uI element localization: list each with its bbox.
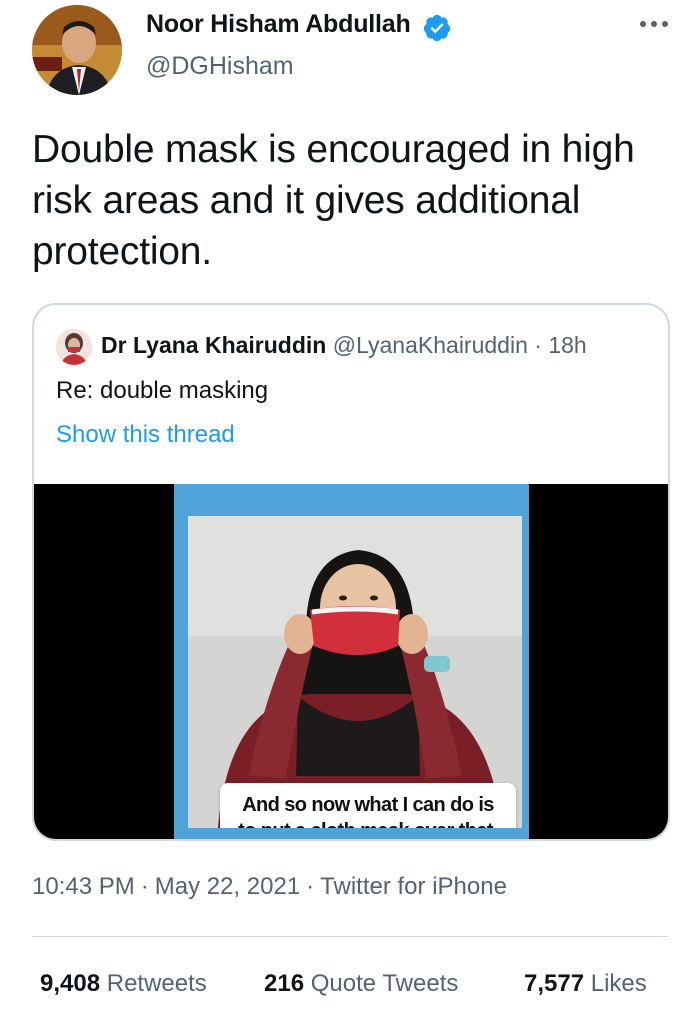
quote-tweets-count: 216 [264, 970, 305, 997]
tweet-date: May 22, 2021 [154, 873, 301, 900]
author-avatar-image [32, 5, 122, 95]
likes-count: 7,577 [524, 970, 585, 997]
tweet-time: 10:43 PM [32, 873, 135, 900]
quoted-author-name[interactable]: Dr Lyana Khairuddin [101, 332, 326, 358]
video-still-image [188, 516, 522, 828]
video-caption-line-1: And so now what I can do is [242, 794, 494, 816]
quoted-header: Dr Lyana Khairuddin @LyanaKhairuddin · 1… [101, 332, 587, 359]
retweets-stat[interactable]: 9,408 Retweets [40, 970, 207, 998]
quoted-separator: · [534, 332, 542, 358]
verified-badge-icon [423, 14, 451, 42]
timestamp-separator-1: · [140, 873, 149, 900]
quoted-author-avatar [56, 329, 92, 365]
quoted-time: 18h [548, 332, 587, 358]
author-name[interactable]: Noor Hisham Abdullah [146, 10, 411, 39]
video-caption: And so now what I can do is to put a clo… [220, 783, 516, 828]
likes-label: Likes [590, 970, 647, 997]
likes-stat[interactable]: 7,577 Likes [524, 970, 647, 998]
more-options-icon[interactable] [636, 14, 672, 34]
timestamp-separator-2: · [306, 873, 315, 900]
quote-tweets-label: Quote Tweets [310, 970, 459, 997]
show-thread-link[interactable]: Show this thread [56, 421, 235, 449]
quoted-tweet-card[interactable]: Dr Lyana Khairuddin @LyanaKhairuddin · 1… [32, 303, 670, 841]
stats-divider [32, 936, 668, 937]
video-caption-line-2: to put a cloth mask over that. [220, 818, 516, 828]
tweet-source[interactable]: Twitter for iPhone [320, 873, 507, 900]
author-avatar[interactable] [32, 5, 122, 95]
quoted-avatar-image [56, 329, 92, 365]
tweet-text: Double mask is encouraged in high risk a… [32, 128, 635, 273]
quote-tweets-stat[interactable]: 216 Quote Tweets [264, 970, 458, 998]
video-background: And so now what I can do is to put a clo… [174, 484, 529, 839]
tweet-timestamp[interactable]: 10:43 PM · May 22, 2021 · Twitter for iPhone [32, 873, 507, 901]
retweets-count: 9,408 [40, 970, 101, 997]
quoted-video[interactable]: And so now what I can do is to put a clo… [34, 484, 668, 839]
retweets-label: Retweets [106, 970, 207, 997]
author-handle[interactable]: @DGHisham [146, 52, 294, 81]
quoted-tweet-text: Re: double masking [56, 377, 269, 404]
video-frame: And so now what I can do is to put a clo… [188, 516, 522, 828]
quoted-author-handle[interactable]: @LyanaKhairuddin [333, 332, 528, 358]
